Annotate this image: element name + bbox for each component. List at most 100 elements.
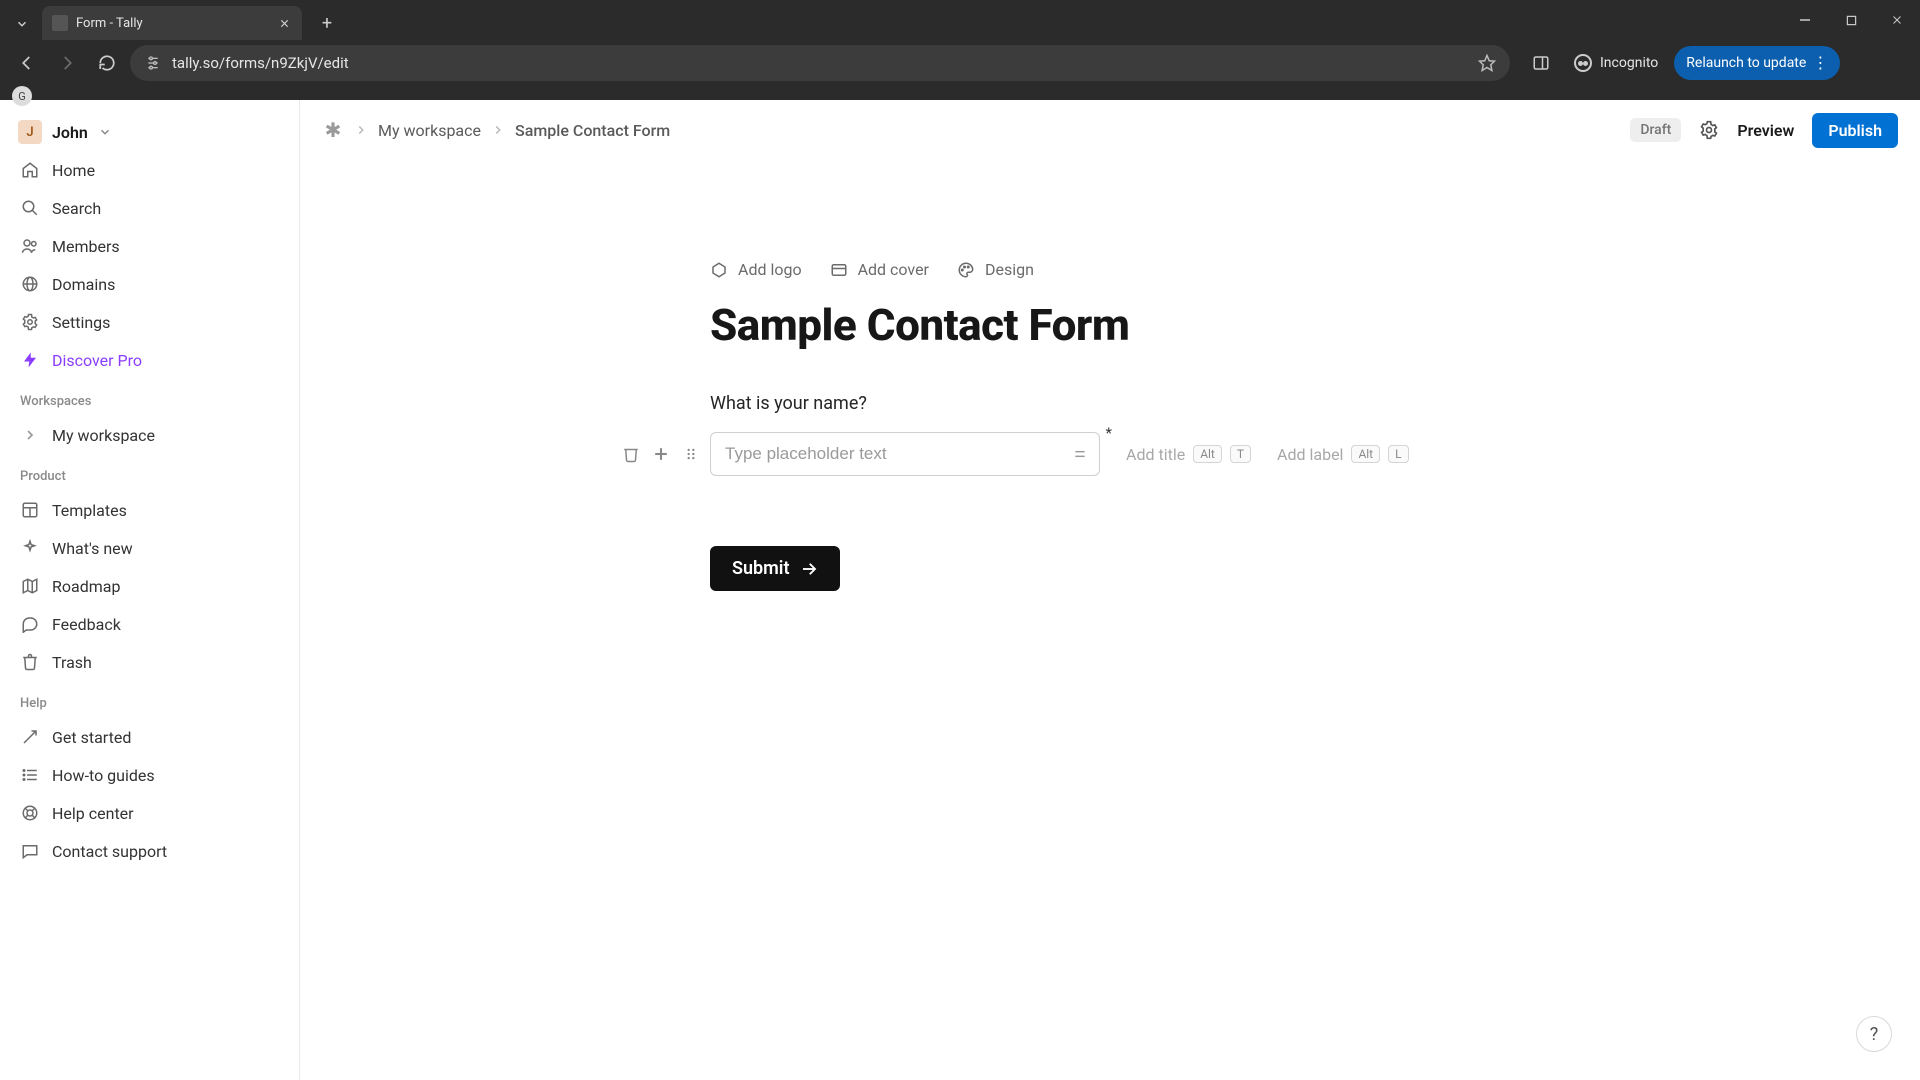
- globe-icon: [20, 274, 40, 294]
- image-icon: [830, 261, 848, 279]
- sidebar-item-label: Home: [52, 161, 95, 180]
- browser-tab[interactable]: Form - Tally: [42, 6, 302, 40]
- sidebar-item-label: How-to guides: [52, 766, 155, 785]
- hexagon-icon: [710, 261, 728, 279]
- question-label[interactable]: What is your name?: [710, 393, 1510, 414]
- topbar-actions: Draft Preview Publish: [1630, 113, 1898, 148]
- home-icon: [20, 160, 40, 180]
- sidebar-item-label: Domains: [52, 275, 115, 294]
- sidebar-item-label: Feedback: [52, 615, 121, 634]
- required-indicator: *: [1106, 424, 1112, 442]
- sidebar-item-roadmap[interactable]: Roadmap: [10, 568, 289, 604]
- breadcrumb-workspace[interactable]: My workspace: [378, 121, 481, 140]
- tab-search-dropdown[interactable]: [6, 8, 38, 40]
- sidebar-item-trash[interactable]: Trash: [10, 644, 289, 680]
- relaunch-button[interactable]: Relaunch to update ⋮: [1674, 46, 1840, 80]
- site-settings-icon[interactable]: [144, 54, 162, 72]
- incognito-indicator[interactable]: Incognito: [1560, 46, 1672, 80]
- browser-back-button[interactable]: [10, 46, 44, 80]
- chevron-right-icon: [491, 123, 505, 137]
- window-maximize-icon[interactable]: [1828, 0, 1874, 40]
- add-label-hint[interactable]: Add label Alt L: [1277, 445, 1409, 464]
- sidebar-item-label: Members: [52, 237, 120, 256]
- submit-button[interactable]: Submit: [710, 546, 840, 591]
- delete-block-icon[interactable]: [620, 443, 642, 465]
- avatar: J: [18, 120, 42, 144]
- sidebar-item-members[interactable]: Members: [10, 228, 289, 264]
- sidebar-item-domains[interactable]: Domains: [10, 266, 289, 302]
- design-button[interactable]: Design: [957, 260, 1034, 279]
- search-icon: [20, 198, 40, 218]
- message-icon: [20, 841, 40, 861]
- incognito-label: Incognito: [1600, 55, 1658, 71]
- window-controls: [1782, 0, 1920, 40]
- sidebar-item-search[interactable]: Search: [10, 190, 289, 226]
- field-settings-icon[interactable]: [1071, 447, 1089, 461]
- help-fab[interactable]: ?: [1856, 1016, 1892, 1052]
- side-panel-icon[interactable]: [1524, 46, 1558, 80]
- bookmark-star-icon[interactable]: [1478, 54, 1496, 72]
- drag-handle-icon[interactable]: [680, 443, 702, 465]
- sidebar-item-home[interactable]: Home: [10, 152, 289, 188]
- add-block-icon[interactable]: [650, 443, 672, 465]
- sidebar-item-whats-new[interactable]: What's new: [10, 530, 289, 566]
- sidebar-item-templates[interactable]: Templates: [10, 492, 289, 528]
- map-icon: [20, 576, 40, 596]
- add-label-label: Add label: [1277, 445, 1343, 464]
- sidebar-item-label: Settings: [52, 313, 110, 332]
- new-tab-button[interactable]: +: [312, 8, 342, 38]
- chat-icon: [20, 614, 40, 634]
- chrome-actions: Incognito Relaunch to update ⋮: [1524, 46, 1840, 80]
- submit-label: Submit: [732, 558, 790, 579]
- publish-button[interactable]: Publish: [1812, 113, 1898, 148]
- url-text: tally.so/forms/n9ZkjV/edit: [172, 54, 1468, 72]
- arrow-right-icon: [800, 560, 818, 578]
- breadcrumb-form[interactable]: Sample Contact Form: [515, 121, 670, 140]
- kbd-l: L: [1388, 445, 1408, 463]
- sidebar-item-my-workspace[interactable]: My workspace: [10, 417, 289, 453]
- block-tools: [620, 443, 702, 465]
- browser-reload-button[interactable]: [90, 46, 124, 80]
- sidebar-item-settings[interactable]: Settings: [10, 304, 289, 340]
- window-minimize-icon[interactable]: [1782, 0, 1828, 40]
- tab-strip: Form - Tally +: [0, 0, 1920, 40]
- sidebar-section-workspaces: Workspaces: [10, 380, 289, 415]
- sidebar-item-contact[interactable]: Contact support: [10, 833, 289, 869]
- sidebar-item-label: Templates: [52, 501, 127, 520]
- form-area: Add logo Add cover Design Sample Contact…: [710, 260, 1510, 1080]
- bookmark-bar: G: [0, 86, 1920, 100]
- tab-close-icon[interactable]: [276, 15, 292, 31]
- sidebar-user-menu[interactable]: J John: [10, 114, 289, 150]
- add-logo-button[interactable]: Add logo: [710, 260, 802, 279]
- address-bar[interactable]: tally.so/forms/n9ZkjV/edit: [130, 45, 1510, 81]
- text-input-block[interactable]: *: [710, 432, 1100, 476]
- incognito-icon: [1574, 54, 1592, 72]
- add-cover-label: Add cover: [858, 260, 929, 279]
- browser-chrome: Form - Tally + tally.so/forms/n9ZkjV/edi…: [0, 0, 1920, 100]
- sidebar-item-label: Search: [52, 199, 101, 218]
- sidebar-item-get-started[interactable]: Get started: [10, 719, 289, 755]
- gear-icon: [20, 312, 40, 332]
- sidebar: J John Home Search Members Domains Setti…: [0, 100, 300, 1080]
- sidebar-item-help-center[interactable]: Help center: [10, 795, 289, 831]
- tally-logo-icon[interactable]: ✱: [322, 119, 344, 141]
- editor-canvas: Add logo Add cover Design Sample Contact…: [300, 160, 1920, 1080]
- add-cover-button[interactable]: Add cover: [830, 260, 929, 279]
- sidebar-item-howto[interactable]: How-to guides: [10, 757, 289, 793]
- sidebar-item-discover-pro[interactable]: Discover Pro: [10, 342, 289, 378]
- kbd-alt: Alt: [1193, 445, 1222, 463]
- window-close-icon[interactable]: [1874, 0, 1920, 40]
- sidebar-section-help: Help: [10, 682, 289, 717]
- sidebar-item-label: Discover Pro: [52, 351, 142, 370]
- members-icon: [20, 236, 40, 256]
- preview-button[interactable]: Preview: [1737, 121, 1794, 140]
- form-settings-icon[interactable]: [1699, 120, 1719, 140]
- browser-forward-button[interactable]: [50, 46, 84, 80]
- add-title-hint[interactable]: Add title Alt T: [1126, 445, 1251, 464]
- add-logo-label: Add logo: [738, 260, 802, 279]
- sidebar-item-feedback[interactable]: Feedback: [10, 606, 289, 642]
- topbar: ✱ My workspace Sample Contact Form Draft…: [300, 100, 1920, 160]
- placeholder-input[interactable]: [725, 433, 1055, 475]
- form-title[interactable]: Sample Contact Form: [710, 299, 1510, 351]
- tab-title: Form - Tally: [76, 16, 268, 31]
